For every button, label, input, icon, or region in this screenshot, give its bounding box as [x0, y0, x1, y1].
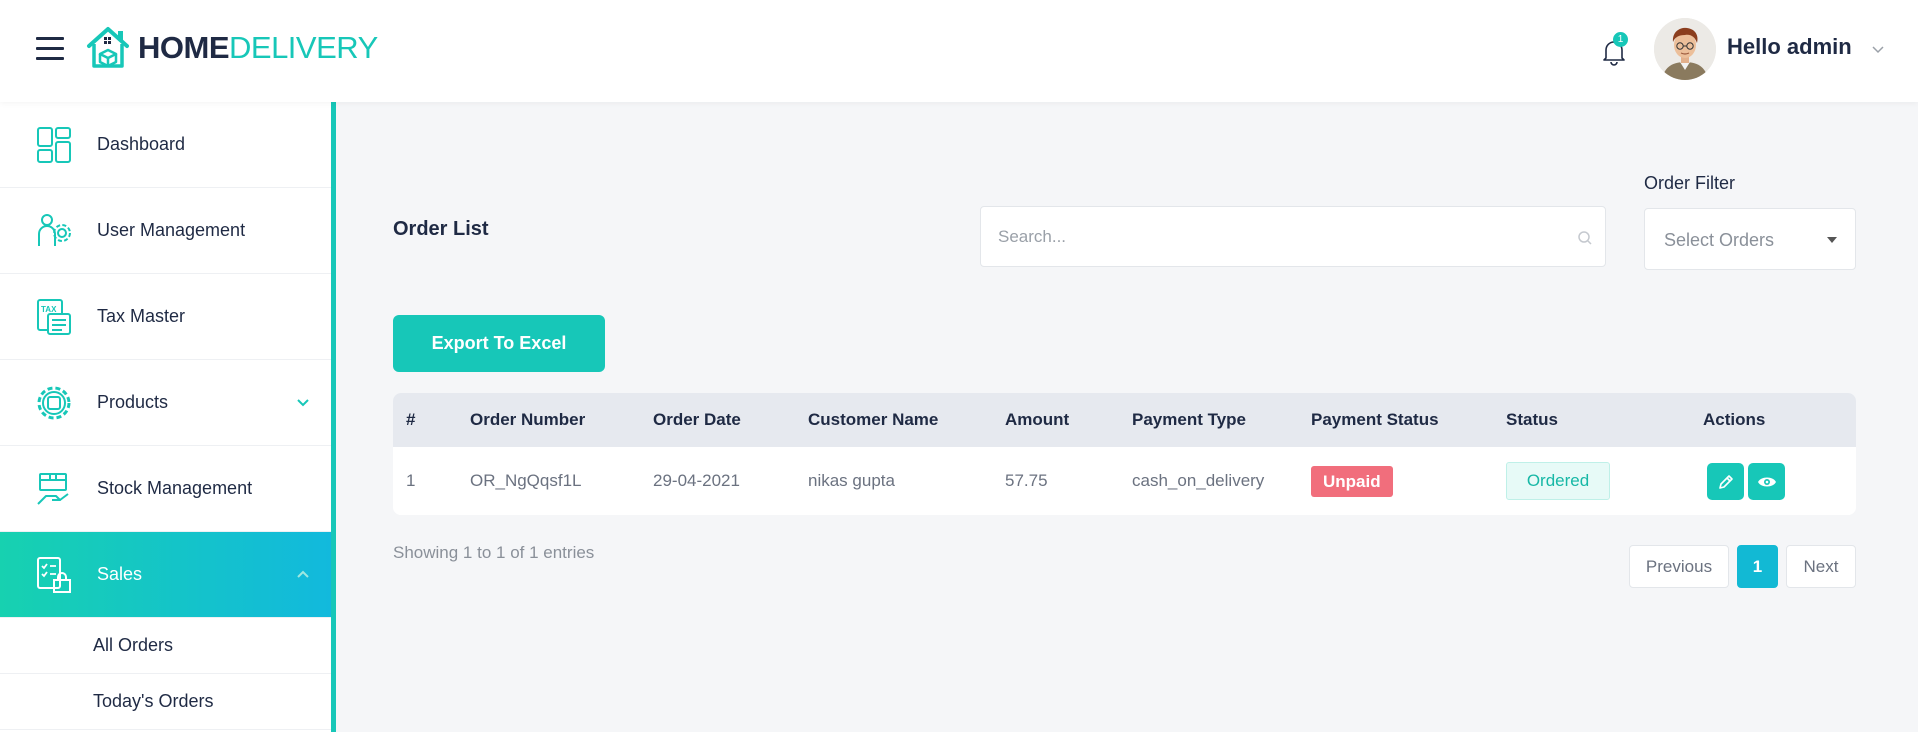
cell-order-number: OR_NgQqsf1L: [470, 471, 582, 490]
cell-order-date: 29-04-2021: [653, 471, 740, 490]
sidebar-item-sales[interactable]: Sales: [0, 532, 331, 618]
logo-text-home: HOME: [138, 30, 230, 65]
avatar[interactable]: [1654, 18, 1716, 80]
menu-icon[interactable]: [36, 37, 64, 61]
cell-customer-name: nikas gupta: [808, 471, 895, 490]
column-header[interactable]: Order Date: [653, 410, 741, 430]
logo-text-delivery: DELIVERY: [229, 30, 378, 65]
svg-text:TAX: TAX: [41, 305, 57, 314]
greeting[interactable]: Hello admin: [1727, 34, 1852, 60]
orders-table: # Order Number Order Date Customer Name …: [393, 393, 1856, 515]
edit-button[interactable]: [1707, 463, 1744, 500]
chevron-down-icon[interactable]: [1871, 42, 1885, 56]
notification-badge: 1: [1613, 32, 1628, 47]
sidebar-subitem-todays-orders[interactable]: Today's Orders: [0, 674, 331, 730]
sidebar-item-label: Dashboard: [97, 134, 186, 154]
sidebar-item-label: User Management: [97, 220, 246, 240]
export-to-excel-button[interactable]: Export To Excel: [393, 315, 605, 372]
column-header[interactable]: #: [406, 410, 415, 430]
dashboard-icon: [37, 126, 71, 163]
tax-icon: TAX: [37, 298, 71, 335]
cell-index: 1: [406, 471, 416, 490]
products-icon: [37, 386, 71, 419]
table-header: # Order Number Order Date Customer Name …: [393, 393, 1856, 447]
sidebar-item-stock-management[interactable]: Stock Management: [0, 446, 331, 532]
page-title: Order List: [393, 218, 489, 240]
chevron-down-icon[interactable]: [295, 394, 311, 410]
sidebar-item-products[interactable]: Products: [0, 360, 331, 446]
table-row: 1 OR_NgQqsf1L 29-04-2021 nikas gupta 57.…: [393, 447, 1856, 515]
column-header[interactable]: Payment Type: [1132, 410, 1246, 430]
previous-page-button[interactable]: Previous: [1629, 545, 1729, 588]
status-badge: Ordered: [1506, 462, 1610, 500]
sidebar-item-user-management[interactable]: User Management: [0, 188, 331, 274]
sidebar-item-label: Stock Management: [97, 478, 253, 498]
column-header: Actions: [1703, 410, 1766, 429]
column-header[interactable]: Order Number: [470, 410, 585, 430]
column-header[interactable]: Payment Status: [1311, 410, 1439, 430]
avatar-image: [1654, 18, 1716, 80]
search-input[interactable]: [981, 207, 1541, 266]
order-filter-label: Order Filter: [1644, 173, 1736, 193]
top-bar: HOMEDELIVERY 1 Hello admin: [0, 0, 1918, 102]
sidebar-subitem-all-orders[interactable]: All Orders: [0, 618, 331, 674]
home-delivery-logo-icon: [87, 27, 129, 68]
sidebar-item-tax-master[interactable]: TAX Tax Master: [0, 274, 331, 360]
sidebar-item-dashboard[interactable]: Dashboard: [0, 102, 331, 188]
search-icon[interactable]: [1577, 230, 1593, 246]
sales-icon: [37, 556, 71, 593]
stock-icon: [37, 472, 69, 505]
pencil-icon: [1718, 474, 1733, 489]
cell-payment-type: cash_on_delivery: [1132, 471, 1265, 490]
order-filter-select[interactable]: Select Orders: [1644, 208, 1856, 270]
page-1-button[interactable]: 1: [1737, 545, 1778, 588]
next-page-button[interactable]: Next: [1786, 545, 1856, 588]
search-box: [980, 206, 1606, 267]
column-header[interactable]: Amount: [1005, 410, 1069, 430]
user-management-icon: [38, 213, 71, 246]
payment-status-badge: Unpaid: [1311, 466, 1393, 497]
logo[interactable]: HOMEDELIVERY: [84, 24, 378, 72]
column-header[interactable]: Status: [1506, 410, 1558, 430]
sidebar-item-label: Tax Master: [97, 306, 186, 326]
column-header[interactable]: Customer Name: [808, 410, 938, 430]
chevron-up-icon[interactable]: [295, 566, 311, 582]
view-button[interactable]: [1748, 463, 1785, 500]
cell-amount: 57.75: [1005, 471, 1048, 490]
logo-text: HOMEDELIVERY: [138, 30, 378, 66]
sidebar: Dashboard User Management TAX Tax Master…: [0, 102, 336, 732]
caret-down-icon: [1827, 237, 1837, 243]
sidebar-item-label: Products: [97, 392, 169, 412]
entries-info: Showing 1 to 1 of 1 entries: [393, 543, 595, 562]
eye-icon: [1757, 477, 1776, 486]
sidebar-item-label: Sales: [97, 564, 143, 584]
order-filter-value: Select Orders: [1664, 230, 1775, 250]
